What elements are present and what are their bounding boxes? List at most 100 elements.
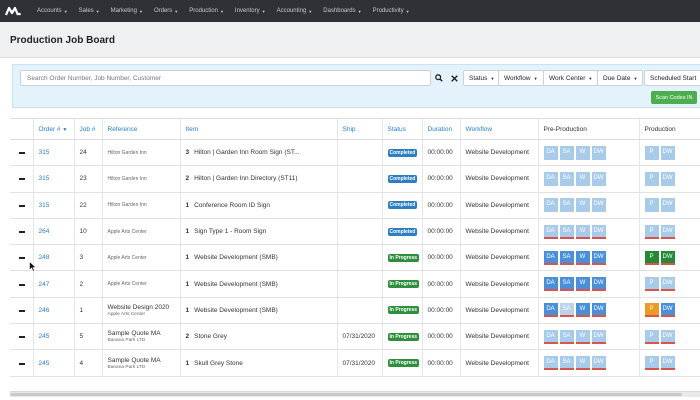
nav-orders[interactable]: Orders ▼ <box>154 8 178 14</box>
stage-dw[interactable]: DW <box>591 277 606 292</box>
stage-w[interactable]: W <box>575 250 590 265</box>
order-link[interactable]: 315 <box>39 202 50 209</box>
scan-codes-button[interactable]: Scan Codes IN <box>651 91 697 104</box>
table-row[interactable]: 315 23 Hilton Garden Inn 2 Hilton | Garde… <box>10 165 700 193</box>
header-duration[interactable]: Duration <box>422 118 461 140</box>
header-item[interactable]: Item <box>180 118 338 140</box>
stage-w[interactable]: W <box>575 145 590 160</box>
status-filter-button[interactable]: Status ▼ <box>463 70 501 86</box>
stage-sa[interactable]: SA <box>559 277 574 292</box>
item-name[interactable]: Hilton | Garden Inn Directory (ST11) <box>194 175 297 182</box>
table-row[interactable]: 315 24 Hilton Garden Inn 3 Hilton | Garde… <box>10 139 700 167</box>
nav-sales[interactable]: Sales ▼ <box>79 8 100 14</box>
nav-accounting[interactable]: Accounting ▼ <box>277 8 313 14</box>
stage-p[interactable]: P <box>644 198 659 213</box>
stage-prod-dw[interactable]: DW <box>660 303 675 318</box>
stage-da[interactable]: DA <box>543 250 558 265</box>
header-status[interactable]: Status <box>382 118 423 140</box>
stage-prod-dw[interactable]: DW <box>660 224 675 239</box>
stage-sa[interactable]: SA <box>559 250 574 265</box>
nav-dashboards[interactable]: Dashboards ▼ <box>323 8 361 14</box>
stage-prod-dw[interactable]: DW <box>660 250 675 265</box>
work-center-filter-button[interactable]: Work Center ▼ <box>543 70 599 86</box>
item-name[interactable]: Hilton | Garden Inn Room Sign (ST... <box>194 149 299 156</box>
order-link[interactable]: 315 <box>39 149 50 156</box>
stage-dw[interactable]: DW <box>591 171 606 186</box>
order-link[interactable]: 245 <box>39 333 50 340</box>
stage-w[interactable]: W <box>575 356 590 371</box>
stage-dw[interactable]: DW <box>591 145 606 160</box>
stage-prod-dw[interactable]: DW <box>660 277 675 292</box>
table-row[interactable]: 247 2 Apple Arts Center 1 Website Develop… <box>10 270 700 298</box>
header-ship[interactable]: Ship <box>337 118 383 140</box>
order-link[interactable]: 246 <box>39 307 50 314</box>
order-link[interactable]: 264 <box>39 228 50 235</box>
stage-p[interactable]: P <box>644 277 659 292</box>
search-icon[interactable] <box>432 70 446 86</box>
stage-sa[interactable]: SA <box>559 329 574 344</box>
stage-w[interactable]: W <box>575 303 590 318</box>
stage-da[interactable]: DA <box>543 198 558 213</box>
stage-w[interactable]: W <box>575 329 590 344</box>
stage-prod-dw[interactable]: DW <box>660 171 675 186</box>
stage-sa[interactable]: SA <box>559 145 574 160</box>
item-name[interactable]: Website Development (SMB) <box>194 281 278 288</box>
scheduled-start-filter-button[interactable]: Scheduled Start▼ <box>644 70 700 86</box>
order-link[interactable]: 315 <box>39 175 50 182</box>
stage-sa[interactable]: SA <box>559 171 574 186</box>
stage-da[interactable]: DA <box>543 224 558 239</box>
stage-da[interactable]: DA <box>543 356 558 371</box>
item-name[interactable]: Skull Grey Stone <box>194 360 243 367</box>
stage-da[interactable]: DA <box>543 145 558 160</box>
item-name[interactable]: Website Development (SMB) <box>194 254 278 261</box>
table-row[interactable]: 245 5 Sample Quote MA Banana Park LTD 2 St… <box>10 323 700 351</box>
row-menu-icon[interactable] <box>19 257 25 260</box>
nav-inventory[interactable]: Inventory ▼ <box>235 8 266 14</box>
stage-dw[interactable]: DW <box>591 303 606 318</box>
horizontal-scrollbar[interactable] <box>10 391 700 397</box>
stage-prod-dw[interactable]: DW <box>660 145 675 160</box>
workflow-filter-button[interactable]: Workflow ▼ <box>498 70 544 86</box>
table-row[interactable]: 264 10 Apple Arts Center 1 Sign Type 1 - … <box>10 218 700 246</box>
row-menu-icon[interactable] <box>19 204 25 207</box>
logo-icon[interactable] <box>0 0 26 22</box>
stage-w[interactable]: W <box>575 171 590 186</box>
stage-p[interactable]: P <box>644 356 659 371</box>
stage-dw[interactable]: DW <box>591 198 606 213</box>
stage-da[interactable]: DA <box>543 277 558 292</box>
stage-sa[interactable]: SA <box>559 303 574 318</box>
item-name[interactable]: Sign Type 1 - Room Sign <box>194 228 266 235</box>
stage-p[interactable]: P <box>644 250 659 265</box>
search-input[interactable] <box>20 70 431 86</box>
stage-dw[interactable]: DW <box>591 250 606 265</box>
stage-w[interactable]: W <box>575 198 590 213</box>
header-workflow[interactable]: Workflow <box>460 118 539 140</box>
row-menu-icon[interactable] <box>19 178 25 181</box>
row-menu-icon[interactable] <box>19 231 25 234</box>
stage-dw[interactable]: DW <box>591 356 606 371</box>
stage-sa[interactable]: SA <box>559 224 574 239</box>
stage-dw[interactable]: DW <box>591 329 606 344</box>
nav-marketing[interactable]: Marketing ▼ <box>111 8 143 14</box>
header-order[interactable]: Order # ▼ <box>33 118 75 140</box>
row-menu-icon[interactable] <box>19 336 25 339</box>
stage-p[interactable]: P <box>644 145 659 160</box>
stage-w[interactable]: W <box>575 224 590 239</box>
item-name[interactable]: Website Development (SMB) <box>194 307 278 314</box>
table-row[interactable]: 246 1 Website Design 2020 Apple Arts Cent… <box>10 297 700 325</box>
item-name[interactable]: Conference Room ID Sign <box>194 202 270 209</box>
row-menu-icon[interactable] <box>19 309 25 312</box>
stage-p[interactable]: P <box>644 171 659 186</box>
stage-prod-dw[interactable]: DW <box>660 356 675 371</box>
item-name[interactable]: Stone Grey <box>194 333 227 340</box>
stage-da[interactable]: DA <box>543 171 558 186</box>
order-link[interactable]: 245 <box>39 360 50 367</box>
stage-da[interactable]: DA <box>543 303 558 318</box>
scrollbar-thumb[interactable] <box>10 393 682 396</box>
stage-dw[interactable]: DW <box>591 224 606 239</box>
header-job[interactable]: Job # <box>74 118 103 140</box>
stage-prod-dw[interactable]: DW <box>660 329 675 344</box>
order-link[interactable]: 247 <box>39 281 50 288</box>
nav-production[interactable]: Production ▼ <box>189 8 224 14</box>
stage-sa[interactable]: SA <box>559 198 574 213</box>
